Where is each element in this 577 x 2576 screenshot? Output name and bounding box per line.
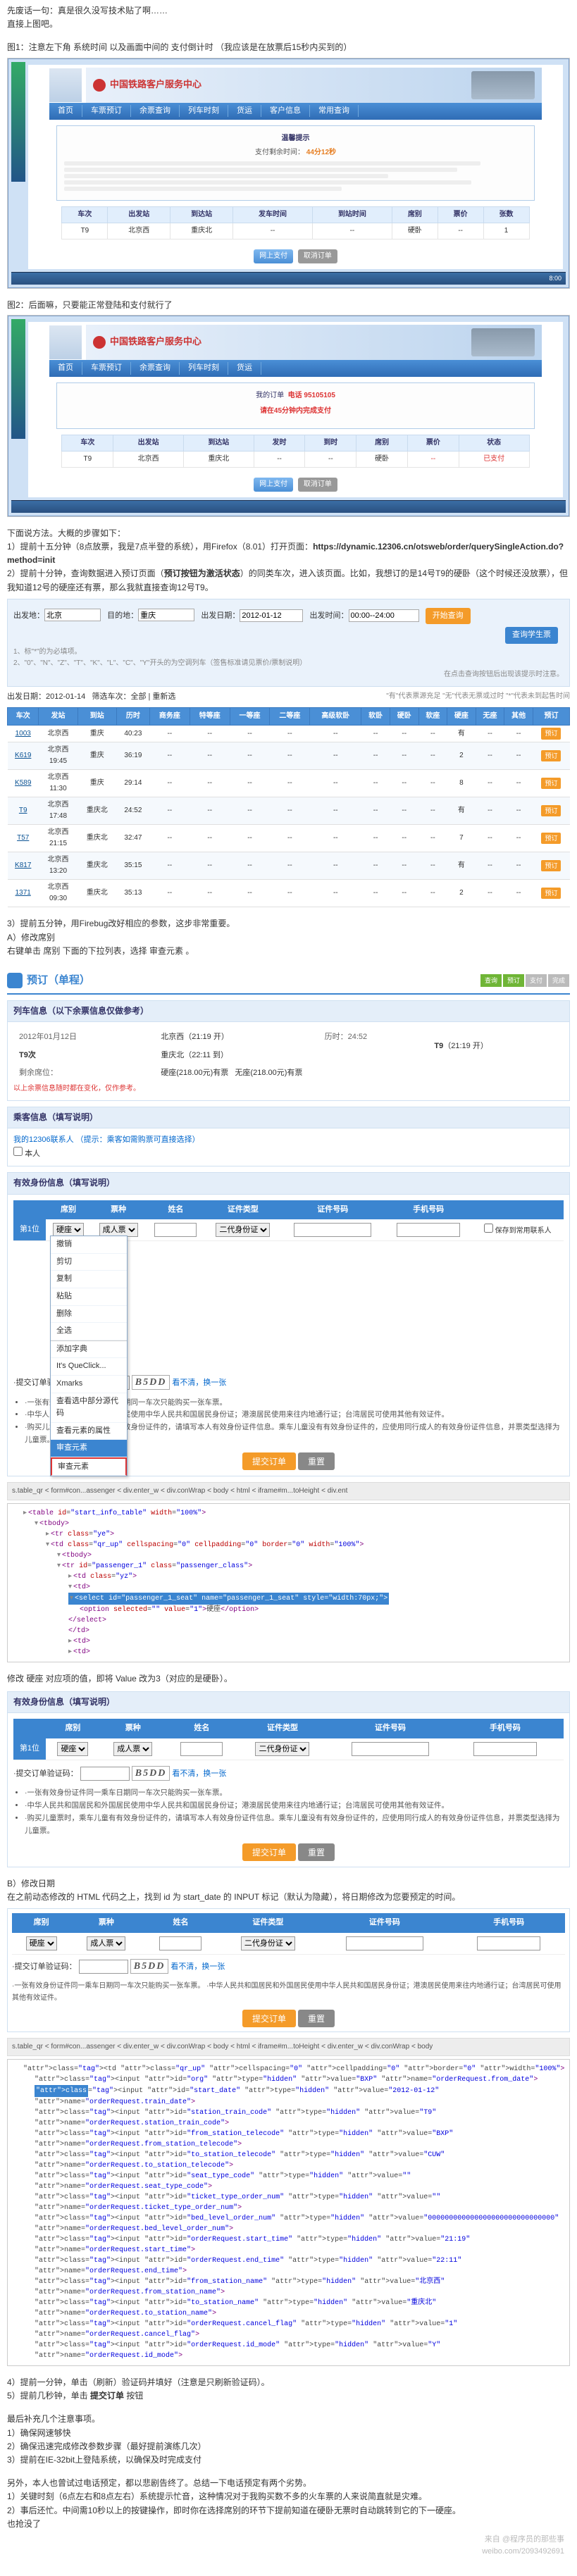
intro-line-1: 先废话一句：真是很久没写技术贴了啊……	[7, 4, 570, 18]
note-2: 2）确保迅速完成修改参数步骤（最好提前演练几次）	[7, 2440, 570, 2453]
firebug-panel-1: ▸<table id="start_info_table" width="100…	[7, 1503, 570, 1662]
student-search-button[interactable]: 查询学生票	[505, 627, 558, 644]
reset-button[interactable]: 重置	[298, 1452, 335, 1470]
firebug-breadcrumb-2: s.table_qr < form#con...assenger < div.e…	[7, 2038, 570, 2056]
ticket-type-select[interactable]: 成人票	[99, 1223, 138, 1237]
method-title: 下面说方法。大概的步骤如下：	[7, 527, 570, 540]
notice-title: 温馨提示	[64, 133, 527, 144]
self-checkbox[interactable]	[13, 1147, 23, 1156]
booking-header: 预订（单程） 查询 预订 支付 完成	[7, 968, 570, 995]
notes-title: 最后补充几个注意事项。	[7, 2413, 570, 2426]
book-button[interactable]: 预订	[541, 778, 561, 789]
step-5: 5）提前几秒钟，单击 提交订单 按钮	[7, 2389, 570, 2403]
contact-block: 乘客信息（填写说明） 我的12306联系人 （提示：乘客如需购票可直接选择） 本…	[7, 1107, 570, 1166]
train-result-table: 车次发站到站历时商务座特等座一等座二等座高级软卧软卧硬卧软座硬座无座其他预订 1…	[7, 707, 570, 907]
screenshot-2: 中国铁路客户服务中心 首页 车票预订 余票查询 列车时刻 货运	[7, 315, 570, 517]
book-button[interactable]: 预订	[541, 888, 561, 899]
passenger-block-3: 席别票种姓名 证件类型证件号码手机号码 硬座 成人票 二代身份证 ·提交订单验证…	[7, 1908, 570, 2032]
passenger-block: 有效身份信息（填写说明） 席别票种姓名 证件类型证件号码手机号码 第1位 硬座 …	[7, 1172, 570, 1476]
result-date: 出发日期：2012-01-14	[7, 692, 85, 701]
name-input[interactable]	[154, 1223, 197, 1237]
book-button[interactable]: 预订	[541, 750, 561, 761]
step-4: 4）提前一分钟，单击（刷新）验证码并填好（注意是只刷新验证码）。	[7, 2376, 570, 2389]
extra-1: 1）关键时刻（6点左右和8点左右）系统提示忙音，这种情况对于我购买数不多的火车票…	[7, 2490, 570, 2503]
id-number-input[interactable]	[294, 1223, 371, 1237]
refresh-captcha-link[interactable]: 看不清，换一张	[172, 1379, 226, 1387]
seat-select[interactable]: 硬座	[53, 1223, 84, 1237]
table-row: K817北京西13:20重庆北35:15----------------有---…	[8, 852, 570, 880]
countdown-timer: 44分12秒	[306, 149, 336, 156]
note-3: 3）提前在IE-32bit上登陆系统，以确保及时完成支付	[7, 2453, 570, 2467]
context-menu[interactable]: 撤销 剪切 复制 粘贴 删除 全选 添加字典 It's QueClick... …	[50, 1236, 128, 1476]
table-row: 1371北京西09:30重庆北35:13----------------2---…	[8, 880, 570, 907]
inspect-element-item: 审查元素	[51, 1457, 127, 1476]
firebug-highlighted-select: ▾<select id="passenger_1_seat" name="pas…	[68, 1593, 389, 1605]
step-2: 2）提前十分钟，查询数据进入预订页面（预订按钮为激活状态）的同类车次，进入该页面…	[7, 567, 570, 594]
book-button[interactable]: 预订	[541, 833, 561, 844]
step-3a: A）修改席别	[7, 931, 570, 945]
to-input[interactable]	[138, 609, 194, 621]
submit-order-button[interactable]: 提交订单	[242, 1452, 296, 1470]
table-row: 1003北京西重庆40:23----------------有----预订	[8, 726, 570, 742]
search-button[interactable]: 开始查询	[426, 608, 471, 625]
id-type-select[interactable]: 二代身份证	[216, 1223, 270, 1237]
extra-intro: 另外，本人也曾试过电话预定，都以悲剧告终了。总结一下电话预定有两个劣势。	[7, 2477, 570, 2490]
step-b-desc: 在之前动态修改的 HTML 代码之上，找到 id 为 start_date 的 …	[7, 1891, 570, 1904]
query-panel: 出发地： 目的地： 出发日期： 出发时间： 开始查询 查询学生票 1、标"*"的…	[7, 599, 570, 687]
order-summary-table: 车次出发站到达站发车时间 到站时间席别票价张数 T9北京西重庆北----硬卧--…	[61, 206, 529, 239]
system-clock: 8:00	[545, 273, 566, 284]
book-button[interactable]: 预订	[541, 805, 561, 816]
extra-2: 2）事后还忙。中间需10秒以上的按键操作，即时你在选择席别的环节下提前知道在硬卧…	[7, 2504, 570, 2518]
from-input[interactable]	[44, 609, 101, 621]
table-row: K589北京西11:30重庆29:14----------------8----…	[8, 770, 570, 797]
phone-input[interactable]	[397, 1223, 460, 1237]
screenshot-1: 中国铁路客户服务中心 首页 车票预订 余票查询 列车时刻 货运 客户信息	[7, 58, 570, 289]
intro-line-2: 直接上图吧。	[7, 18, 570, 31]
book-button[interactable]: 预订	[541, 728, 561, 739]
firebug-panel-2: "attr">class="tag"><td "attr">class="qr_…	[7, 2059, 570, 2366]
firebug-start-date-line: "attr">class="tag"><input "attr">id="sta…	[12, 2085, 565, 2108]
date-input[interactable]	[240, 609, 303, 622]
fig2-caption: 图2：后面嘛，只要能正常登陆和支付就行了	[7, 299, 570, 312]
pay-warning: 请在45分钟内完成支付	[64, 406, 527, 417]
site-title: 中国铁路客户服务中心	[110, 77, 201, 92]
step-3: 3）提前五分钟，用Firebug改好相应的参数，这步非常重要。	[7, 917, 570, 931]
passenger-block-2: 有效身份信息（填写说明） 席别票种姓名 证件类型证件号码手机号码 第1位 硬座 …	[7, 1691, 570, 1867]
captcha-image: B5DD	[132, 1375, 170, 1390]
extra-3: 也抢没了	[7, 2518, 570, 2531]
fig1-caption: 图1：注意左下角 系统时间 以及画面中间的 支付倒计时 （我应该是在放票后15秒…	[7, 41, 570, 54]
step-b-title: B）修改日期	[7, 1877, 570, 1891]
train-info-block: 列车信息（以下余票信息仅做参考） 2012年01月12日 北京西（21:19 开…	[7, 1000, 570, 1101]
watermark: 来自 @程序员的那些事 weibo.com/2093492691	[7, 2531, 570, 2561]
save-contact-checkbox[interactable]	[484, 1224, 493, 1233]
table-row: T9北京西17:48重庆北24:52----------------有----预…	[8, 797, 570, 825]
cancel-button[interactable]: 取消订单	[298, 249, 337, 263]
modify-seat-note: 修改 硬座 对应项的值，即将 Value 改为3（对应的是硬卧）。	[7, 1672, 570, 1686]
book-button[interactable]: 预订	[541, 860, 561, 871]
firebug-breadcrumb-1: s.table_qr < form#con...assenger < div.e…	[7, 1482, 570, 1500]
table-row: K619北京西19:45重庆36:19----------------2----…	[8, 742, 570, 770]
ticket-icon	[7, 973, 23, 988]
pay-button[interactable]: 网上支付	[254, 249, 293, 263]
step-3a-desc: 右键单击 席别 下面的下拉列表，选择 审查元素 。	[7, 945, 570, 958]
table-row: T57北京西21:15重庆北32:47----------------7----…	[8, 825, 570, 852]
note-1: 1）确保网速够快	[7, 2427, 570, 2440]
nav-bar: 首页 车票预订 余票查询 列车时刻 货运 客户信息 常用查询	[49, 103, 542, 120]
time-input[interactable]	[349, 609, 419, 622]
step-1: 1）提前十五分钟（8点放票，我是7点半登的系统），用Firefox（8.01）打…	[7, 540, 570, 567]
